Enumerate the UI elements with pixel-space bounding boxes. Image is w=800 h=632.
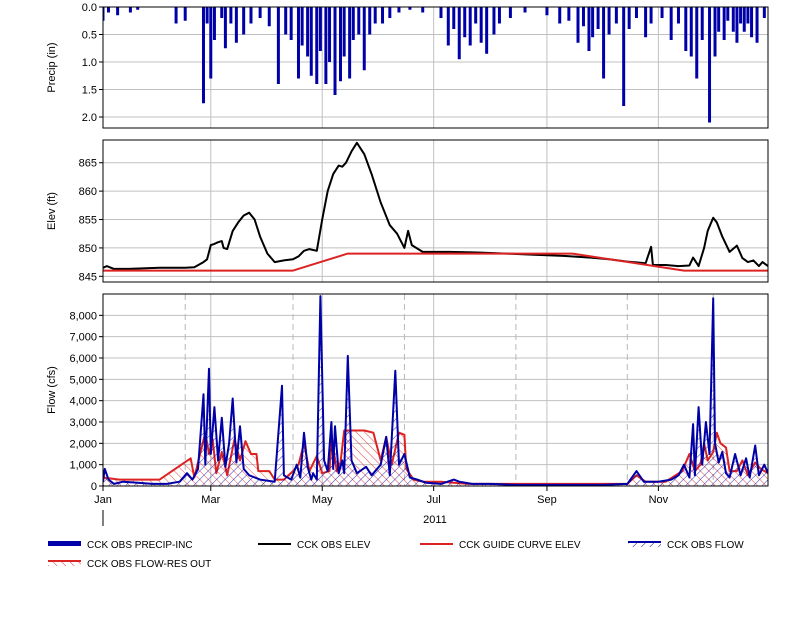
data-layer [103,7,768,486]
y-tick-label: 8,000 [69,310,97,322]
y-tick-label: 860 [79,186,97,198]
x-tick-label: Jul [427,494,441,506]
legend-item: CCK OBS FLOW-RES OUT [48,559,211,570]
y-axis-label: Precip (in) [46,42,58,92]
y-tick-label: 2,000 [69,438,97,450]
y-tick-label: 4,000 [69,396,97,408]
hydrograph-figure: 0.0 0.5 1.0 1.5 2.0 Precip (in) 845 850 855 860 86… [0,0,800,627]
legend-label: CCK GUIDE CURVE ELEV [459,540,581,551]
y-tick-label: 845 [79,271,97,283]
legend-item: CCK OBS ELEV [258,540,371,551]
legend: CCK OBS PRECIP-INC CCK OBS ELEV CCK GUIDE … [48,540,744,570]
x-tick-label: Mar [201,494,220,506]
y-tick-label: 850 [79,243,97,255]
y-tick-label: 5,000 [69,374,97,386]
legend-item: CCK OBS PRECIP-INC [48,540,193,551]
obs-elev-line [103,141,768,270]
x-tick-label: May [312,494,333,506]
x-tick-label: Sep [537,494,557,506]
legend-label: CCK OBS FLOW-RES OUT [87,559,211,570]
legend-label: CCK OBS FLOW [667,540,744,551]
y-tick-label: 0 [91,481,97,493]
y-tick-label: 3,000 [69,417,97,429]
y-tick-label: 0.0 [82,2,97,14]
year-label: 2011 [423,514,447,526]
y-tick-label: 7,000 [69,332,97,344]
y-tick-label: 855 [79,215,97,227]
legend-label: CCK OBS ELEV [297,540,371,551]
hydrograph-svg: 0.0 0.5 1.0 1.5 2.0 Precip (in) 845 850 855 860 86… [46,2,769,570]
y-tick-label: 0.5 [82,30,97,42]
panel-2-series [103,295,768,486]
y-tick-label: 865 [79,158,97,170]
legend-label: CCK OBS PRECIP-INC [87,540,193,551]
x-tick-label: Nov [649,494,669,506]
legend-item: CCK OBS FLOW [628,540,744,551]
y-axis-label: Elev (ft) [46,192,58,230]
panel-1-series [103,141,768,272]
legend-item: CCK GUIDE CURVE ELEV [420,540,581,551]
y-tick-label: 6,000 [69,353,97,365]
y-tick-label: 1.5 [82,85,97,97]
panel-frame [102,139,769,283]
y-tick-label: 1.0 [82,57,97,69]
y-tick-label: 1,000 [69,460,97,472]
y-axis-label: Flow (cfs) [46,366,58,414]
x-tick-label: Jan [94,494,112,506]
legend-swatch [48,541,81,546]
obs-flow-area [103,296,768,486]
y-tick-label: 2.0 [82,112,97,124]
